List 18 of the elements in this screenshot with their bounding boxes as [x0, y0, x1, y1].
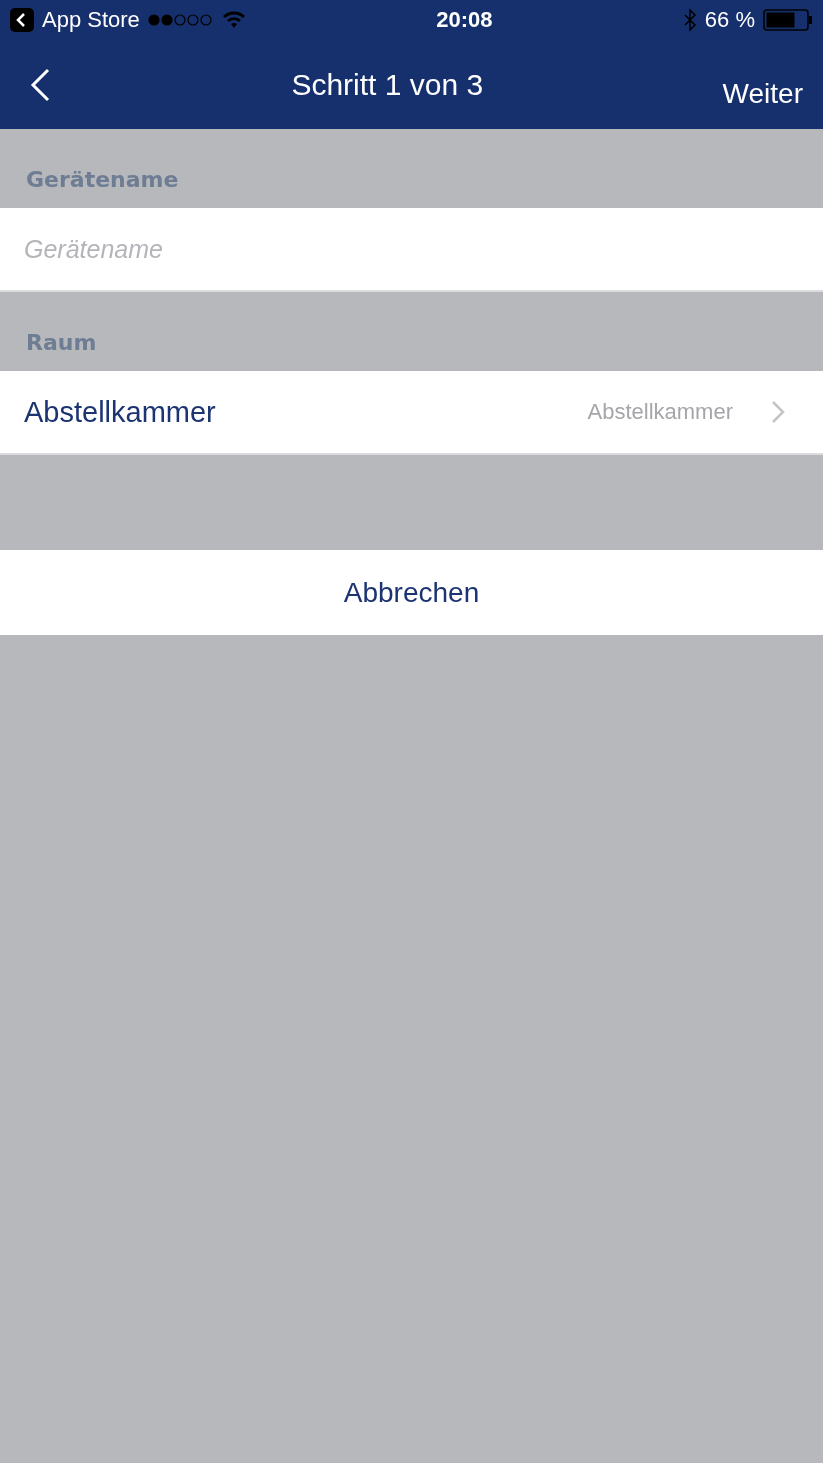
name-input-field[interactable]: Gerätename — [0, 208, 823, 292]
wifi-icon — [221, 11, 246, 29]
cancel-button[interactable]: Abbrechen — [0, 550, 823, 635]
signal-icon — [147, 14, 214, 26]
nav-title: Schritt 1 von 3 — [290, 67, 485, 102]
room-value: Abstellkammer — [587, 399, 733, 425]
clock-time: 20:08 — [436, 7, 493, 33]
back-button[interactable] — [28, 66, 52, 103]
back-app-label[interactable]: App Store — [42, 7, 140, 33]
section-header: Gerätename — [26, 167, 179, 192]
battery-percentage: 66 % — [704, 7, 755, 33]
section-header: Raum — [26, 330, 97, 355]
room-label: Abstellkammer — [24, 395, 217, 429]
bluetooth-icon — [682, 8, 697, 32]
room-picker-row[interactable]: Abstellkammer Abstellkammer — [0, 371, 823, 455]
chevron-right-icon — [771, 400, 785, 424]
next-button[interactable]: Weiter — [722, 77, 803, 110]
battery-icon — [763, 9, 813, 31]
